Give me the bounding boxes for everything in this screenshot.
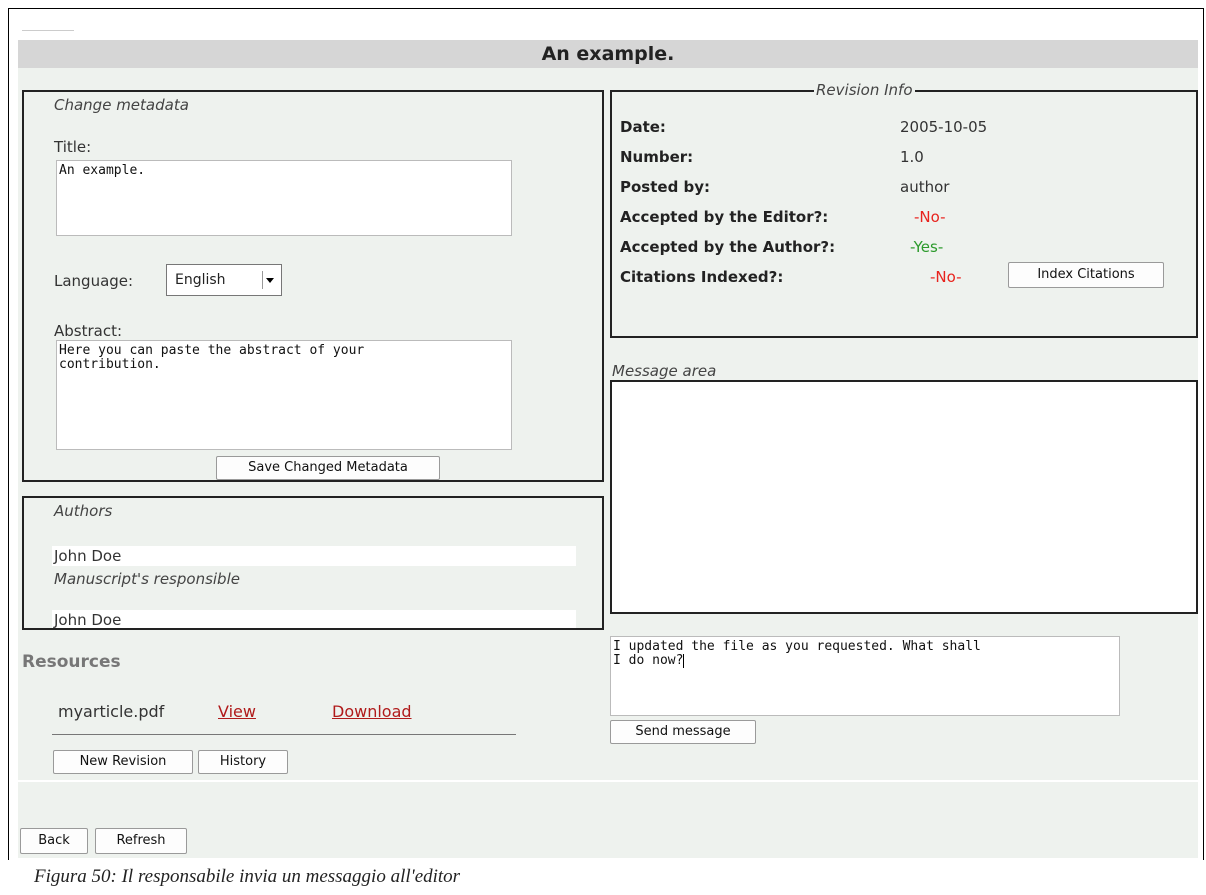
resource-divider xyxy=(52,734,516,735)
resource-file-name: myarticle.pdf xyxy=(58,702,165,721)
message-area[interactable] xyxy=(610,380,1198,614)
citations-indexed-status: -No- xyxy=(930,268,962,286)
new-revision-button[interactable]: New Revision xyxy=(53,750,193,774)
right-panel: Revision Info Date: 2005-10-05 Number: 1… xyxy=(610,72,1198,772)
send-message-button[interactable]: Send message xyxy=(610,720,756,744)
accepted-editor-label: Accepted by the Editor?: xyxy=(620,208,829,226)
metadata-legend: Change metadata xyxy=(54,96,189,114)
refresh-button[interactable]: Refresh xyxy=(95,828,187,854)
revision-info-fieldset: Revision Info Date: 2005-10-05 Number: 1… xyxy=(610,81,1198,338)
back-button[interactable]: Back xyxy=(20,828,88,854)
authors-legend: Authors xyxy=(54,502,113,520)
responsible-row: John Doe xyxy=(52,610,576,629)
abstract-label: Abstract: xyxy=(54,322,123,340)
view-link[interactable]: View xyxy=(218,702,256,721)
posted-by-value: author xyxy=(900,178,950,196)
bottom-bar: Back Refresh xyxy=(18,780,1198,860)
date-label: Date: xyxy=(620,118,666,136)
title-label: Title: xyxy=(54,138,92,156)
title-input[interactable]: An example. xyxy=(56,160,512,236)
responsible-label: Manuscript's responsible xyxy=(54,570,240,588)
text-cursor xyxy=(683,654,685,668)
tab-stub xyxy=(22,30,74,35)
number-value: 1.0 xyxy=(900,148,924,166)
resources-heading: Resources xyxy=(22,652,121,672)
language-label: Language: xyxy=(54,272,134,290)
figure-caption: Figura 50: Il responsabile invia un mess… xyxy=(34,866,461,887)
responsible-name: John Doe xyxy=(54,611,122,629)
date-value: 2005-10-05 xyxy=(900,118,988,136)
download-link[interactable]: Download xyxy=(332,702,412,721)
number-label: Number: xyxy=(620,148,694,166)
page-title: An example. xyxy=(18,40,1198,68)
metadata-fieldset: Change metadata Title: An example. Langu… xyxy=(22,90,604,482)
abstract-textarea[interactable]: Here you can paste the abstract of your … xyxy=(56,340,512,450)
posted-by-label: Posted by: xyxy=(620,178,711,196)
authors-fieldset: Authors John Doe Manuscript's responsibl… xyxy=(22,496,604,630)
language-select[interactable]: English xyxy=(166,264,282,296)
save-metadata-button[interactable]: Save Changed Metadata xyxy=(216,456,440,480)
author-name: John Doe xyxy=(54,547,122,565)
citations-indexed-label: Citations Indexed?: xyxy=(620,268,784,286)
history-button[interactable]: History xyxy=(198,750,288,774)
accepted-author-status: -Yes- xyxy=(910,238,944,256)
left-panel: Change metadata Title: An example. Langu… xyxy=(18,72,606,774)
page: An example. Change metadata Title: An ex… xyxy=(18,40,1198,858)
accepted-editor-status: -No- xyxy=(914,208,946,226)
accepted-author-label: Accepted by the Author?: xyxy=(620,238,836,256)
chevron-down-icon xyxy=(262,271,277,289)
index-citations-button[interactable]: Index Citations xyxy=(1008,262,1164,288)
message-area-label: Message area xyxy=(612,362,717,380)
message-input-text: I updated the file as you requested. Wha… xyxy=(613,639,981,668)
language-selected-value: English xyxy=(175,272,226,288)
revision-info-legend: Revision Info xyxy=(814,81,915,99)
author-row: John Doe xyxy=(52,546,576,566)
message-input[interactable]: I updated the file as you requested. Wha… xyxy=(610,636,1120,716)
